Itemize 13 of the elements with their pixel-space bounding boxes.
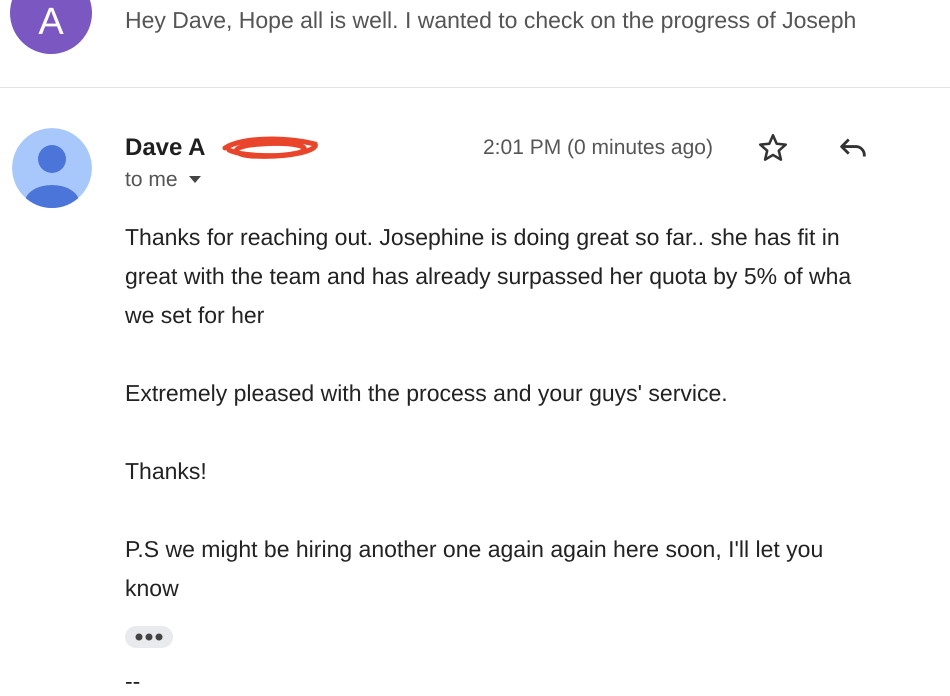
message-paragraph: P.S we might be hiring another one again again here soon, I'll let you know: [125, 535, 824, 603]
message-paragraph: Thanks for reaching out. Josephine is doing great so far.. she has fit in great with the team and has already surpassed her quota by 5% of wha we set for her: [125, 223, 852, 330]
caret-icon: [188, 176, 202, 184]
message-time: 2:01 PM (0 minutes ago): [483, 135, 714, 161]
message-snippet[interactable]: Hey Dave, Hope all is well. I wanted to check on the progress of Joseph: [125, 7, 856, 34]
signature-separator: --: [125, 667, 142, 696]
message-paragraph: Extremely pleased with the process and your guys' service.: [125, 379, 729, 408]
message-paragraph: Thanks!: [125, 457, 208, 486]
sender-avatar: A: [10, 0, 92, 54]
show-trimmed-button[interactable]: [125, 626, 173, 648]
recipient-dropdown[interactable]: to me: [125, 168, 202, 192]
sender-name: Dave A: [125, 134, 206, 161]
profile-avatar-icon: [12, 128, 92, 208]
